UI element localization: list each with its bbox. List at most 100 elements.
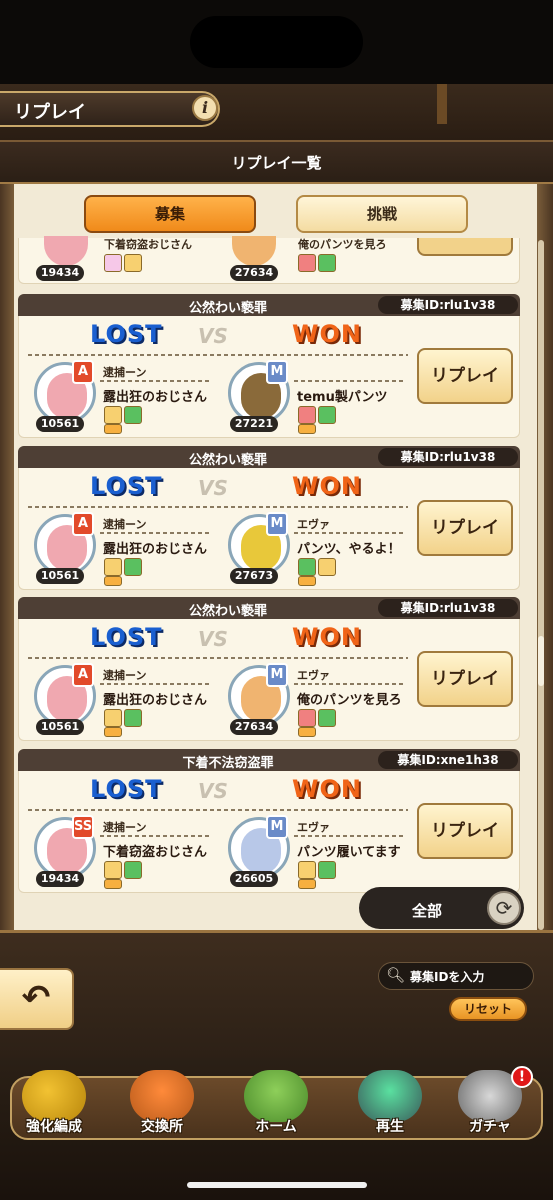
skill-icon — [104, 406, 122, 424]
divider — [28, 809, 408, 811]
reset-button[interactable]: リセット — [449, 997, 527, 1021]
grade-badge: A — [72, 512, 94, 536]
character-name: パンツ履いてます — [297, 845, 401, 860]
nav-replay[interactable]: 再生 — [344, 1068, 436, 1142]
player-name: 逮捕ーン — [103, 518, 147, 531]
skill-icon — [104, 576, 122, 586]
result-lost: LOST — [90, 320, 163, 348]
skill-icon — [124, 709, 142, 727]
enhance-icon — [22, 1070, 86, 1122]
skill-icon — [104, 709, 122, 727]
page-title: リプレイ — [14, 102, 86, 123]
search-icon: 🔍︎ — [386, 966, 406, 984]
scrollbar-track[interactable] — [538, 240, 544, 930]
notification-badge: ! — [511, 1066, 533, 1088]
replay-button[interactable]: リプレイ — [417, 348, 513, 404]
divider — [294, 683, 406, 685]
skill-icon — [124, 406, 142, 424]
result-won: WON — [292, 472, 362, 500]
player-name: 逮捕ーン — [103, 366, 147, 379]
player-name: 逮捕ーン — [103, 669, 147, 682]
skill-icon — [318, 558, 336, 576]
vs-label: VS — [198, 476, 228, 500]
result-won: WON — [292, 320, 362, 348]
replay-button[interactable]: リプレイ — [417, 500, 513, 556]
power-value: 26605 — [230, 871, 278, 887]
skill-icon — [124, 558, 142, 576]
nav-exchange[interactable]: 交換所 — [116, 1068, 208, 1142]
scrollbar-thumb[interactable] — [538, 636, 544, 686]
skill-icon — [104, 879, 122, 889]
nav-home[interactable]: ホーム — [230, 1068, 322, 1142]
replay-button-partial[interactable] — [417, 238, 513, 256]
recruit-id: 募集ID:xne1h38 — [378, 751, 518, 769]
player-name: エヴァ — [297, 669, 330, 682]
skill-icon — [298, 576, 316, 586]
tab-challenge[interactable]: 挑戦 — [296, 195, 468, 233]
skill-icon — [298, 879, 316, 889]
tab-recruit[interactable]: 募集 — [84, 195, 256, 233]
grade-badge: M — [266, 815, 288, 839]
replay-button[interactable]: リプレイ — [417, 651, 513, 707]
nav-label: 交換所 — [141, 1119, 183, 1135]
search-placeholder: 募集IDを入力 — [410, 970, 485, 984]
divider — [100, 380, 210, 382]
grade-badge: M — [266, 663, 288, 687]
camera-notch — [190, 16, 363, 68]
divider — [294, 532, 406, 534]
list-title: リプレイ一覧 — [231, 154, 322, 172]
divider — [294, 380, 406, 382]
result-won: WON — [292, 623, 362, 651]
divider — [28, 506, 408, 508]
skill-icon — [124, 861, 142, 879]
crime-title: 公然わい褻罪 — [188, 453, 267, 468]
grade-badge: A — [72, 663, 94, 687]
skill-icon — [298, 406, 316, 424]
nav-label: ホーム — [255, 1119, 297, 1135]
divider — [294, 835, 406, 837]
crime-title: 公然わい褻罪 — [188, 604, 267, 619]
character-name: 露出狂のおじさん — [103, 390, 208, 405]
skill-icon — [318, 254, 336, 272]
character-name: temu製パンツ — [297, 390, 388, 405]
skill-icon — [104, 254, 122, 272]
divider — [100, 835, 210, 837]
power-value: 19434 — [36, 265, 84, 281]
shop-icon — [130, 1070, 194, 1122]
power-value: 10561 — [36, 568, 84, 584]
result-won: WON — [292, 775, 362, 803]
player-name: 逮捕ーン — [103, 821, 147, 834]
character-name: パンツ、やるよ！ — [297, 542, 401, 557]
skill-icon — [318, 406, 336, 424]
skill-icon — [298, 558, 316, 576]
skill-icon — [298, 424, 316, 434]
skill-icon — [104, 558, 122, 576]
character-name: 下着窃盗おじさん — [103, 845, 208, 860]
vs-label: VS — [198, 627, 228, 651]
frame-left — [0, 184, 14, 944]
result-lost: LOST — [90, 472, 163, 500]
power-value: 10561 — [36, 719, 84, 735]
refresh-icon[interactable]: ⟳ — [487, 891, 521, 925]
skill-icon — [104, 424, 122, 434]
bottom-controls — [0, 930, 553, 1061]
home-indicator — [187, 1182, 367, 1188]
filter-label: 全部 — [412, 902, 443, 920]
character-name: 俺のパンツを見ろ — [298, 238, 387, 251]
result-lost: LOST — [90, 775, 163, 803]
result-lost: LOST — [90, 623, 163, 651]
crime-title: 下着不法窃盗罪 — [182, 756, 274, 771]
crime-title: 公然わい褻罪 — [188, 301, 267, 316]
nav-enhance[interactable]: 強化編成 — [8, 1068, 100, 1142]
info-icon[interactable]: i — [192, 95, 218, 121]
character-name: 下着窃盗おじさん — [104, 238, 192, 251]
recruit-id: 募集ID:rlu1v38 — [378, 448, 518, 466]
divider — [28, 657, 408, 659]
player-name: エヴァ — [297, 821, 330, 834]
skill-icon — [104, 861, 122, 879]
back-button[interactable]: ↶ — [0, 968, 74, 1030]
divider — [28, 354, 408, 356]
vs-label: VS — [198, 779, 228, 803]
replay-button[interactable]: リプレイ — [417, 803, 513, 859]
recruit-id: 募集ID:rlu1v38 — [378, 599, 518, 617]
